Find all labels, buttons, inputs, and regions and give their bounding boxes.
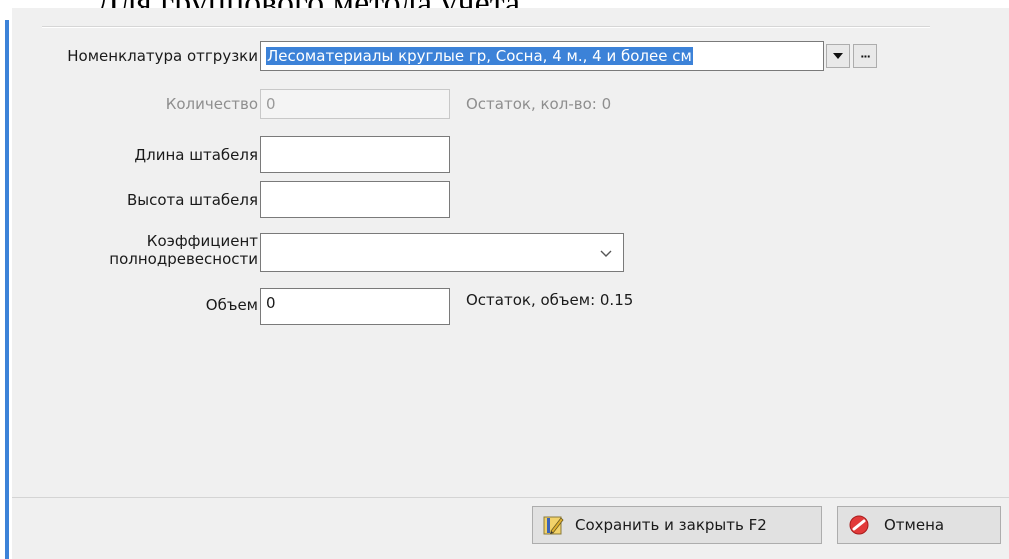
quantity-remaining-note: Остаток, кол-во: 0 — [466, 95, 612, 113]
nomenclature-value: Лесоматериалы круглые гр, Сосна, 4 м., 4… — [266, 47, 693, 65]
coefficient-label: Коэффициент полнодревесности — [32, 232, 258, 268]
nomenclature-field[interactable]: Лесоматериалы круглые гр, Сосна, 4 м., 4… — [260, 41, 824, 71]
window-border-stripe — [5, 20, 9, 559]
coefficient-label-line1: Коэффициент — [146, 232, 258, 250]
stack-length-input[interactable] — [260, 136, 450, 173]
volume-input[interactable]: 0 — [260, 288, 450, 325]
footer-separator — [12, 497, 1009, 498]
chevron-down-icon — [600, 250, 612, 257]
cancel-red-icon — [849, 515, 869, 535]
stack-height-label: Высота штабеля — [126, 191, 258, 209]
stack-length-label: Длина штабеля — [134, 146, 258, 164]
coefficient-combobox[interactable] — [260, 233, 624, 272]
window-left-edge — [0, 0, 11, 559]
dialog-body: Номенклатура отгрузки Лесоматериалы круг… — [12, 8, 1009, 559]
stack-height-input[interactable] — [260, 181, 450, 218]
quantity-label: Количество — [165, 95, 258, 113]
nomenclature-select-button[interactable]: ··· — [853, 44, 877, 68]
cancel-button[interactable]: Отмена — [837, 506, 1001, 544]
volume-label: Объем — [205, 296, 258, 314]
cancel-label: Отмена — [884, 516, 945, 534]
nomenclature-dropdown-button[interactable] — [826, 44, 850, 68]
save-and-close-label: Сохранить и закрыть F2 — [575, 516, 767, 534]
save-and-close-button[interactable]: Сохранить и закрыть F2 — [532, 506, 822, 544]
quantity-input[interactable]: 0 — [260, 89, 450, 119]
separator-line-highlight — [42, 27, 930, 28]
quantity-value: 0 — [266, 95, 276, 113]
triangle-down-icon — [833, 53, 843, 59]
save-pencil-icon — [543, 516, 564, 535]
volume-value: 0 — [266, 294, 276, 312]
volume-remaining-note: Остаток, объем: 0.15 — [466, 291, 634, 309]
nomenclature-label: Номенклатура отгрузки — [67, 47, 258, 65]
coefficient-label-line2: полнодревесности — [109, 250, 258, 268]
